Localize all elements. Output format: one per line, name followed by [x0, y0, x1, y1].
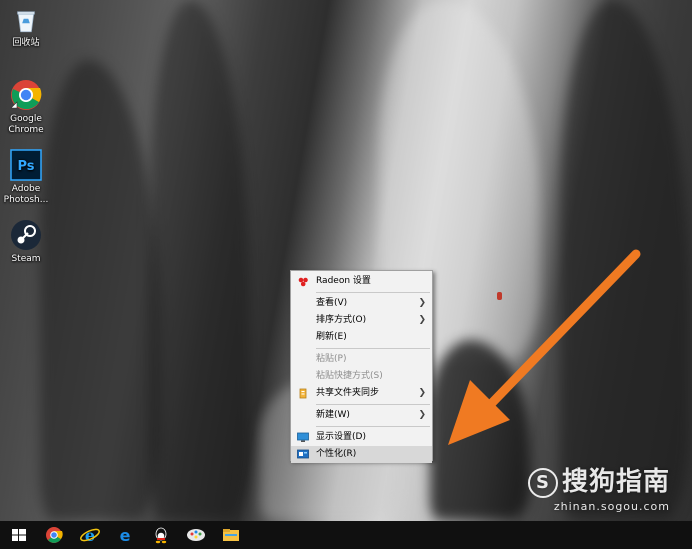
menu-separator: [316, 292, 430, 293]
chevron-right-icon: ❯: [418, 388, 426, 398]
chevron-right-icon: ❯: [418, 298, 426, 308]
folder-sync-icon: [299, 388, 307, 399]
menu-item-radeon-settings[interactable]: Radeon 设置: [291, 273, 432, 290]
menu-item-label: 共享文件夹同步: [316, 388, 380, 398]
menu-item-shared-folder-sync[interactable]: 共享文件夹同步 ❯: [291, 385, 432, 402]
menu-item-label: 显示设置(D): [316, 432, 366, 442]
watermark-url: zhinan.sogou.com: [553, 499, 670, 513]
taskbar: e e: [0, 521, 692, 549]
ie-icon[interactable]: e: [79, 525, 101, 545]
desktop-wallpaper[interactable]: 回收站 Google Chrome Ps Adobe Photosh... St…: [0, 0, 692, 521]
menu-item-label: 粘贴快捷方式(S): [316, 371, 383, 381]
menu-item-display-settings[interactable]: 显示设置(D): [291, 429, 432, 446]
menu-item-paste: 粘贴(P): [291, 351, 432, 368]
menu-item-label: 排序方式(O): [316, 315, 367, 325]
watermark-brand: 搜狗指南: [561, 467, 670, 497]
menu-item-label: 粘贴(P): [316, 354, 347, 364]
display-icon: [297, 432, 309, 442]
file-explorer-icon[interactable]: [220, 525, 242, 545]
sogou-logo-icon: S: [527, 467, 558, 498]
menu-item-paste-shortcut: 粘贴快捷方式(S): [291, 368, 432, 385]
sogou-watermark: S 搜狗指南 zhinan.sogou.com: [527, 467, 670, 513]
chevron-right-icon: ❯: [418, 315, 426, 325]
menu-item-label: 个性化(R): [316, 449, 357, 459]
menu-item-label: 刷新(E): [316, 332, 347, 342]
qq-icon[interactable]: [150, 525, 172, 545]
chrome-icon[interactable]: [43, 525, 65, 545]
svg-text:e: e: [85, 526, 95, 545]
menu-item-view[interactable]: 查看(V) ❯: [291, 295, 432, 312]
edge-icon[interactable]: e: [114, 525, 136, 545]
paint-icon[interactable]: [185, 525, 207, 545]
menu-item-new[interactable]: 新建(W) ❯: [291, 407, 432, 424]
menu-separator: [316, 426, 430, 427]
menu-item-label: Radeon 设置: [316, 276, 371, 286]
menu-item-label: 查看(V): [316, 298, 348, 308]
personalize-icon: [297, 449, 309, 459]
desktop-context-menu: Radeon 设置 查看(V) ❯ 排序方式(O) ❯ 刷新(E) 粘贴(P) …: [290, 270, 433, 463]
menu-item-refresh[interactable]: 刷新(E): [291, 329, 432, 346]
menu-item-personalize[interactable]: 个性化(R): [291, 446, 432, 463]
radeon-icon: [298, 277, 308, 287]
menu-item-label: 新建(W): [316, 410, 350, 420]
menu-item-sort-by[interactable]: 排序方式(O) ❯: [291, 312, 432, 329]
menu-separator: [316, 348, 430, 349]
windows-start-icon[interactable]: [8, 525, 30, 545]
chevron-right-icon: ❯: [418, 410, 426, 420]
menu-separator: [316, 404, 430, 405]
svg-text:e: e: [120, 526, 131, 545]
